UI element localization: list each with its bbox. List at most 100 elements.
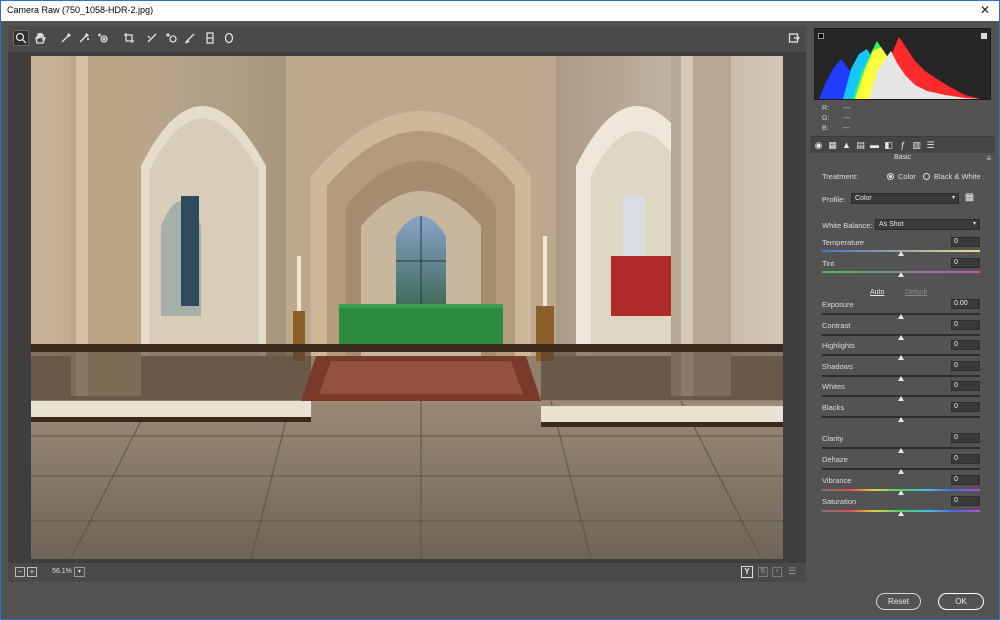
- white-balance-select[interactable]: As Shot ▾: [875, 219, 980, 230]
- treatment-bw-label[interactable]: Black & White: [934, 172, 981, 181]
- hand-tool-icon[interactable]: [32, 30, 48, 46]
- highlights-slider-thumb[interactable]: [898, 355, 904, 360]
- saturation-slider-thumb[interactable]: [898, 511, 904, 516]
- color-sampler-tool-icon[interactable]: [76, 30, 92, 46]
- status-bar: − + 56.1% ▾ Y ⇅ + ☰: [8, 563, 806, 582]
- panel-tabs: ◉ ▦ ▲ ▤ ▬ ◧ ƒ ▥ ☰: [810, 136, 995, 153]
- zoom-dropdown-icon[interactable]: ▾: [74, 567, 85, 577]
- highlight-clip-warning-icon[interactable]: [981, 33, 987, 39]
- whites-slider-thumb[interactable]: [898, 396, 904, 401]
- close-icon[interactable]: ✕: [977, 3, 993, 17]
- lens-corrections-tab-icon[interactable]: ◧: [883, 140, 894, 151]
- whites-label: Whites: [822, 382, 845, 391]
- straighten-tool-icon[interactable]: [144, 30, 160, 46]
- dehaze-value[interactable]: 0: [951, 454, 980, 464]
- r-label: R:: [822, 105, 829, 112]
- panel-title: Basic: [893, 154, 912, 161]
- temperature-value[interactable]: 0: [951, 237, 980, 247]
- tint-label: Tint: [822, 259, 835, 268]
- contrast-label: Contrast: [822, 321, 851, 330]
- toolbar: [8, 26, 806, 52]
- white-balance-label: White Balance:: [822, 221, 873, 230]
- g-value: ---: [843, 115, 851, 122]
- treatment-label: Treatment:: [822, 172, 858, 181]
- crop-tool-icon[interactable]: [121, 30, 137, 46]
- rgb-readout: R: --- G: --- B: ---: [822, 104, 850, 134]
- adjustment-brush-tool-icon[interactable]: [182, 30, 198, 46]
- chevron-down-icon: ▾: [972, 221, 976, 227]
- image-preview[interactable]: [31, 56, 783, 559]
- exposure-value[interactable]: 0.00: [951, 299, 980, 309]
- contrast-slider-thumb[interactable]: [898, 335, 904, 340]
- treatment-bw-radio[interactable]: [923, 173, 930, 180]
- contrast-value[interactable]: 0: [951, 320, 980, 330]
- view-options-icon[interactable]: ☰: [787, 567, 797, 577]
- saturation-label: Saturation: [822, 497, 857, 506]
- targeted-adjustment-tool-icon[interactable]: [95, 30, 111, 46]
- presets-tab-icon[interactable]: ☰: [925, 140, 936, 151]
- detail-tab-icon[interactable]: ▲: [841, 140, 852, 151]
- clarity-value[interactable]: 0: [951, 433, 980, 443]
- exposure-label: Exposure: [822, 300, 854, 309]
- vibrance-value[interactable]: 0: [951, 475, 980, 485]
- highlights-label: Highlights: [822, 341, 855, 350]
- zoom-out-button[interactable]: −: [15, 567, 25, 577]
- r-value: ---: [843, 105, 850, 112]
- tone-curve-tab-icon[interactable]: ▦: [827, 140, 838, 151]
- auto-button[interactable]: Auto: [870, 289, 884, 296]
- dehaze-slider-thumb[interactable]: [898, 469, 904, 474]
- effects-tab-icon[interactable]: ƒ: [897, 140, 908, 151]
- shadows-slider-thumb[interactable]: [898, 376, 904, 381]
- basic-tab-icon[interactable]: ◉: [813, 140, 824, 151]
- exposure-slider-thumb[interactable]: [898, 314, 904, 319]
- white-balance-tool-icon[interactable]: [58, 30, 74, 46]
- swap-views-icon[interactable]: ⇅: [758, 567, 768, 577]
- treatment-color-label[interactable]: Color: [898, 172, 916, 181]
- split-toning-tab-icon[interactable]: ▬: [869, 140, 880, 151]
- clarity-slider-thumb[interactable]: [898, 448, 904, 453]
- whites-value[interactable]: 0: [951, 381, 980, 391]
- saturation-value[interactable]: 0: [951, 496, 980, 506]
- temperature-slider-thumb[interactable]: [898, 251, 904, 256]
- cathedral-photo: [31, 56, 783, 559]
- shadow-clip-warning-icon[interactable]: [818, 33, 824, 39]
- ok-button[interactable]: OK: [938, 593, 984, 610]
- profile-browser-icon[interactable]: ▦: [964, 192, 975, 203]
- camera-calibration-tab-icon[interactable]: ▥: [911, 140, 922, 151]
- spot-removal-tool-icon[interactable]: [163, 30, 179, 46]
- b-label: B:: [822, 125, 829, 132]
- zoom-tool-icon[interactable]: [13, 30, 29, 46]
- reset-button[interactable]: Reset: [876, 593, 921, 610]
- shadows-label: Shadows: [822, 362, 853, 371]
- temperature-label: Temperature: [822, 238, 865, 247]
- profile-select[interactable]: Color ▾: [851, 193, 959, 204]
- tint-slider-thumb[interactable]: [898, 272, 904, 277]
- dehaze-label: Dehaze: [822, 455, 848, 464]
- b-value: ---: [842, 125, 850, 132]
- hsl-tab-icon[interactable]: ▤: [855, 140, 866, 151]
- radial-filter-tool-icon[interactable]: [221, 30, 237, 46]
- histogram-graph: [819, 37, 980, 99]
- blacks-slider-thumb[interactable]: [898, 417, 904, 422]
- histogram: [814, 28, 991, 100]
- graduated-filter-tool-icon[interactable]: [202, 30, 218, 46]
- blacks-value[interactable]: 0: [951, 402, 980, 412]
- copy-settings-icon[interactable]: +: [772, 567, 782, 577]
- highlights-value[interactable]: 0: [951, 340, 980, 350]
- vibrance-slider-thumb[interactable]: [898, 490, 904, 495]
- treatment-color-radio[interactable]: [887, 173, 894, 180]
- open-preferences-icon[interactable]: [786, 30, 802, 46]
- main-area: − + 56.1% ▾ Y ⇅ + ☰: [8, 26, 806, 582]
- camera-raw-window: Camera Raw (750_1058-HDR-2.jpg) ✕ − + 56…: [0, 0, 1000, 620]
- right-panel: R: --- G: --- B: --- ◉ ▦ ▲ ▤ ▬ ◧ ƒ ▥ ☰ Basi…: [810, 26, 995, 582]
- panel-menu-icon[interactable]: ≡: [986, 154, 991, 163]
- chevron-down-icon: ▾: [951, 195, 955, 201]
- shadows-value[interactable]: 0: [951, 361, 980, 371]
- clarity-label: Clarity: [822, 434, 844, 443]
- tint-value[interactable]: 0: [951, 258, 980, 268]
- before-after-button[interactable]: Y: [741, 566, 753, 578]
- default-button[interactable]: Default: [905, 289, 927, 296]
- g-label: G:: [822, 115, 830, 122]
- zoom-in-button[interactable]: +: [27, 567, 37, 577]
- window-title: Camera Raw (750_1058-HDR-2.jpg): [7, 5, 154, 15]
